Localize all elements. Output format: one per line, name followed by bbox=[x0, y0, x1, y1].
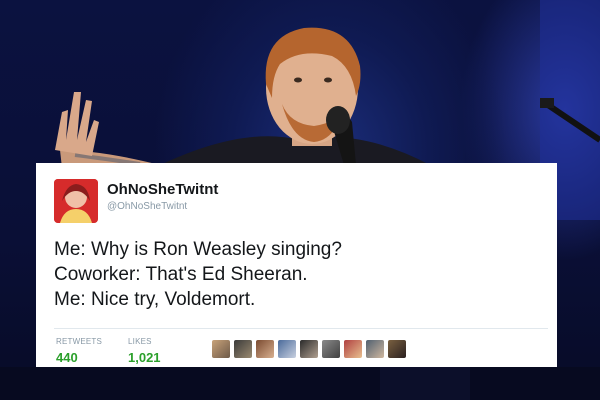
display-name[interactable]: OhNoSheTwitnt bbox=[107, 181, 218, 198]
retweets-label: RETWEETS bbox=[56, 337, 103, 346]
tweet-line: Coworker: That's Ed Sheeran. bbox=[54, 264, 308, 285]
tweet-line: Me: Nice try, Voldemort. bbox=[54, 289, 256, 310]
liker-avatar[interactable] bbox=[212, 340, 230, 358]
avatar[interactable] bbox=[54, 179, 98, 223]
liker-avatar[interactable] bbox=[322, 340, 340, 358]
liker-avatar[interactable] bbox=[278, 340, 296, 358]
tweet-text: Me: Why is Ron Weasley singing? Coworker… bbox=[54, 237, 544, 312]
tweet-card: OhNoSheTwitnt @OhNoSheTwitnt Me: Why is … bbox=[36, 163, 557, 367]
liker-avatar[interactable] bbox=[234, 340, 252, 358]
tweet-line: Me: Why is Ron Weasley singing? bbox=[54, 239, 342, 260]
liker-avatar[interactable] bbox=[256, 340, 274, 358]
retweets-stat[interactable]: RETWEETS 440 bbox=[56, 337, 102, 365]
liker-avatar[interactable] bbox=[300, 340, 318, 358]
likes-label: LIKES bbox=[128, 337, 152, 346]
retweets-count: 440 bbox=[56, 350, 78, 365]
user-handle[interactable]: @OhNoSheTwitnt bbox=[107, 201, 187, 212]
liker-avatar[interactable] bbox=[366, 340, 384, 358]
background-photo: OhNoSheTwitnt @OhNoSheTwitnt Me: Why is … bbox=[0, 0, 600, 400]
liker-avatar[interactable] bbox=[388, 340, 406, 358]
likes-count: 1,021 bbox=[128, 350, 161, 365]
likes-stat[interactable]: LIKES 1,021 bbox=[128, 337, 161, 365]
divider bbox=[54, 328, 548, 329]
avatar-image-icon bbox=[54, 179, 98, 223]
singer-hand bbox=[55, 92, 99, 156]
mic-clip bbox=[540, 98, 554, 108]
liker-avatar[interactable] bbox=[344, 340, 362, 358]
